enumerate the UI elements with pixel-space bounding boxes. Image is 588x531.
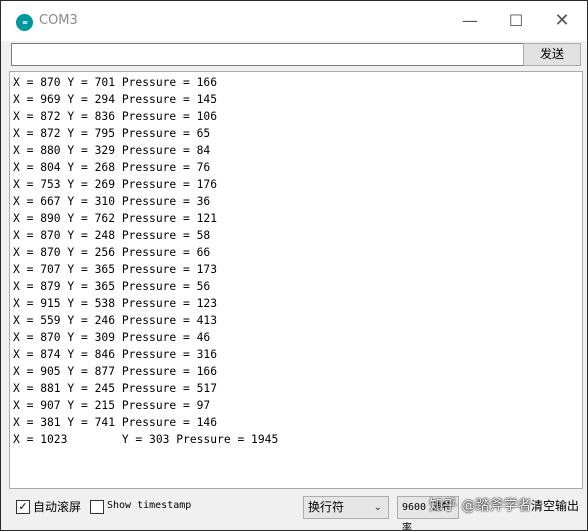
- timestamp-checkbox[interactable]: [90, 500, 104, 514]
- window-title: COM3: [39, 13, 78, 28]
- output-line: X = 804 Y = 268 Pressure = 76: [13, 161, 211, 174]
- maximize-button[interactable]: ☐: [493, 1, 539, 41]
- output-line: X = 707 Y = 365 Pressure = 173: [13, 263, 218, 276]
- output-line: X = 381 Y = 741 Pressure = 146: [13, 416, 218, 429]
- output-line: X = 667 Y = 310 Pressure = 36: [13, 195, 211, 208]
- output-line: X = 874 Y = 846 Pressure = 316: [13, 348, 218, 361]
- send-input[interactable]: [11, 43, 525, 66]
- timestamp-label[interactable]: Show timestamp: [107, 500, 191, 511]
- output-line: X = 753 Y = 269 Pressure = 176: [13, 178, 218, 191]
- chevron-down-icon: ⌄: [373, 502, 382, 513]
- close-button[interactable]: ✕: [539, 1, 585, 41]
- serial-output-area[interactable]: X = 870 Y = 701 Pressure = 166 X = 969 Y …: [9, 71, 583, 489]
- output-line: X = 870 Y = 248 Pressure = 58: [13, 229, 211, 242]
- output-line: X = 870 Y = 256 Pressure = 66: [13, 246, 211, 259]
- send-button[interactable]: 发送: [523, 43, 581, 66]
- output-line: X = 1023 Y = 303 Pressure = 1945: [13, 433, 279, 446]
- output-line: X = 890 Y = 762 Pressure = 121: [13, 212, 218, 225]
- output-line: X = 881 Y = 245 Pressure = 517: [13, 382, 218, 395]
- autoscroll-checkbox[interactable]: ✓: [16, 500, 30, 514]
- output-line: X = 880 Y = 329 Pressure = 84: [13, 144, 211, 157]
- output-line: X = 905 Y = 877 Pressure = 166: [13, 365, 218, 378]
- serial-monitor-window: ∞ COM3 — ☐ ✕ 发送 X = 870 Y = 701 Pressure…: [0, 0, 588, 531]
- watermark: 知乎 @踏斧学者: [429, 498, 532, 514]
- output-line: X = 872 Y = 836 Pressure = 106: [13, 110, 218, 123]
- output-line: X = 872 Y = 795 Pressure = 65: [13, 127, 211, 140]
- autoscroll-label[interactable]: 自动滚屏: [33, 498, 81, 515]
- output-line: X = 559 Y = 246 Pressure = 413: [13, 314, 218, 327]
- output-line: X = 907 Y = 215 Pressure = 97: [13, 399, 211, 412]
- line-ending-value: 换行符: [308, 500, 345, 514]
- output-line: X = 969 Y = 294 Pressure = 145: [13, 93, 218, 106]
- arduino-logo-icon: ∞: [16, 14, 33, 31]
- title-bar[interactable]: ∞ COM3 — ☐ ✕: [1, 1, 587, 41]
- output-line: X = 870 Y = 701 Pressure = 166: [13, 76, 218, 89]
- output-line: X = 870 Y = 309 Pressure = 46: [13, 331, 211, 344]
- output-line: X = 879 Y = 365 Pressure = 56: [13, 280, 211, 293]
- line-ending-select[interactable]: 换行符 ⌄: [303, 496, 389, 519]
- minimize-button[interactable]: —: [447, 1, 493, 41]
- output-line: X = 915 Y = 538 Pressure = 123: [13, 297, 218, 310]
- clear-output-button[interactable]: 清空输出: [529, 496, 581, 517]
- status-bar: ✓ 自动滚屏 Show timestamp 换行符 ⌄ 9600 波特率 知乎 …: [1, 491, 587, 530]
